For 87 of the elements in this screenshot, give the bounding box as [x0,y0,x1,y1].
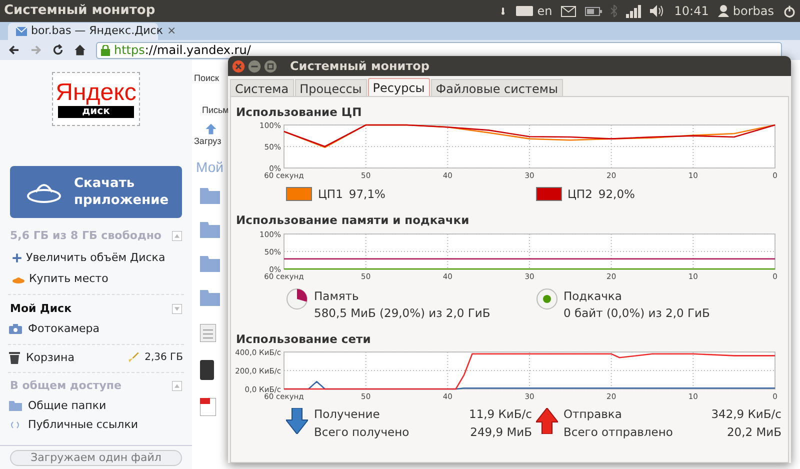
battery-icon [585,6,602,16]
minimize-icon [248,60,261,72]
tab-title: bor.bas — Яндекс.Диск [31,23,163,40]
power-icon [783,4,796,18]
legend-label: Всего отправлено [564,424,674,441]
folder-icon [200,290,220,306]
logo-subtitle: диск [58,106,134,118]
bluetooth-icon [611,5,618,17]
legend-label: Отправка [564,406,623,423]
broom-icon [128,352,139,364]
sidebar-link[interactable]: Увеличить объём Диска [26,250,166,266]
section-heading: Использование памяти и подкачки [236,212,470,230]
camera-icon [9,324,22,334]
section-heading: Использование ЦП [236,104,363,121]
trash-icon [9,352,20,364]
folder-icon [200,222,220,238]
legend-label: ЦП2 [568,186,592,203]
ufo-icon [12,274,25,284]
upload-button[interactable]: Загруз [194,135,222,148]
collapse-icon [172,231,182,242]
plus-icon [12,252,22,263]
close-icon [232,60,245,72]
maximize-icon [264,60,277,72]
section-heading: Использование сети [236,330,372,348]
sidebar-link[interactable]: Общие папки [28,398,106,414]
section-heading: В общем доступе [10,378,122,394]
legend-label: Получение [314,406,381,423]
legend-label: ЦП1 [318,186,343,203]
legend-label: Память [314,288,360,304]
logo-text: Яндекс [56,80,136,106]
lock-icon [101,44,110,56]
color-swatch[interactable] [286,187,312,202]
user-name[interactable]: borbas [732,2,774,20]
mail-icon [16,27,27,36]
legend-value: 11,9 КиБ/с [468,406,532,423]
folder-icon [9,400,22,411]
tab[interactable]: Процессы [294,79,367,96]
legend-value: 342,9 КиБ/с [710,406,782,423]
back-arrow-icon [8,44,20,56]
collapse-icon [172,381,182,392]
tab-close-button[interactable]: × [167,23,176,40]
color-swatch[interactable] [536,187,562,202]
sidebar-link[interactable]: Корзина [26,350,74,366]
tab[interactable]: Система [230,79,294,96]
forward-arrow-icon [30,44,42,56]
legend-value: 0 байт (0,0%) из 2,0 ГиБ [564,304,710,322]
storage-status: 5,6 ГБ из 8 ГБ свободно [10,228,162,244]
clock[interactable]: 10:41 [674,2,709,20]
document-icon [200,324,216,342]
legend-value: 97,1% [348,186,386,203]
sidebar-link[interactable]: Публичные ссылки [28,417,138,434]
panel-title: Системный монитор [4,2,156,20]
trash-size: 2,36 ГБ [144,351,183,366]
reload-icon [52,44,64,56]
mail-link[interactable]: Письм [202,104,229,117]
legend-value: 92,0% [598,186,635,203]
volume-icon [650,5,666,17]
legend-label: Всего получено [314,424,410,441]
mail-icon [561,6,576,16]
download-app-button[interactable]: Скачать приложение [10,166,182,218]
legend-value: 20,2 МиБ [726,424,782,441]
tab[interactable]: Ресурсы [368,78,430,96]
url-text: https://mail.yandex.ru/ [114,42,251,59]
up-arrow-icon [536,408,558,434]
signal-icon [626,4,642,18]
tab[interactable]: Файловые системы [430,79,563,96]
legend-value: 580,5 МиБ (29,0%) из 2,0 ГиБ [314,304,490,322]
window-title: Системный монитор [290,58,430,75]
user-icon [718,5,729,17]
search-label[interactable]: Поиск [194,72,219,86]
upload-arrow-icon [204,123,218,135]
section-heading: Мой Диск [10,300,72,316]
legend-value: 249,9 МиБ [469,424,532,441]
legend-label: Подкачка [564,288,623,304]
sidebar-link[interactable]: Фотокамера [28,321,100,338]
folder-icon [200,256,220,272]
folder-icon [200,188,220,204]
sidebar-link[interactable]: Купить место [29,271,108,288]
upload-status-bar: Загружаем один файл [10,450,182,466]
expand-icon [172,304,182,314]
phone-icon [200,360,214,380]
down-arrow-icon [286,408,308,434]
folder-heading: Мой [196,158,224,176]
address-bar[interactable]: https://mail.yandex.ru/ [96,42,782,58]
home-icon [74,44,86,56]
pdf-file-icon [200,398,216,416]
keyboard-layout[interactable]: en [537,2,552,20]
